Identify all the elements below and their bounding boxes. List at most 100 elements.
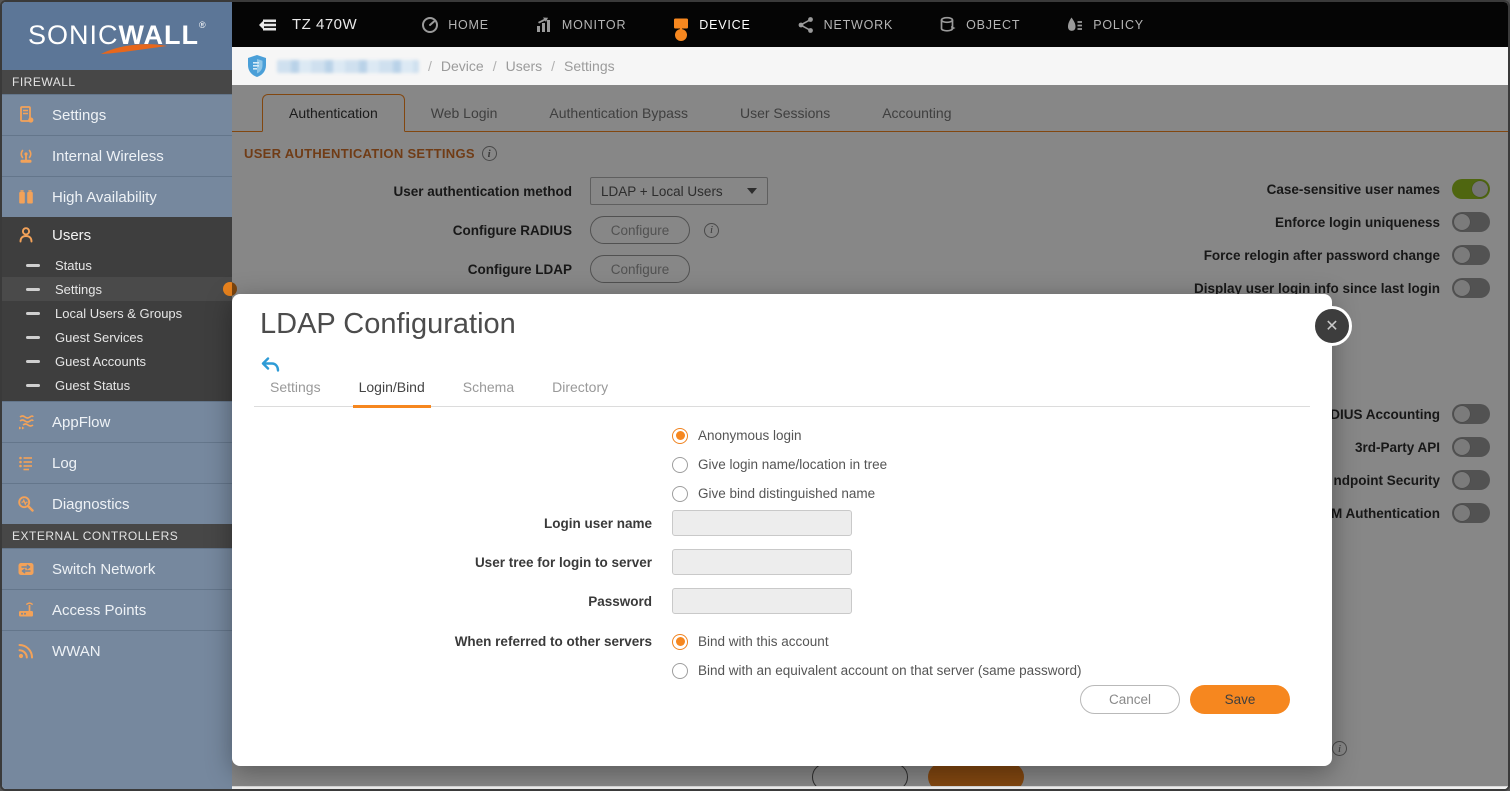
sidebar-item-label: Switch Network	[52, 561, 155, 578]
nav-policy[interactable]: POLICY	[1066, 16, 1144, 34]
field-row: Login user name	[232, 510, 1332, 536]
login-user-name-input[interactable]	[672, 510, 852, 536]
breadcrumb-device[interactable]: Device	[441, 58, 484, 74]
dash-icon	[26, 384, 40, 387]
cancel-button[interactable]: Cancel	[1080, 685, 1180, 714]
bind-equivalent-account-radio[interactable]	[672, 663, 688, 679]
sidebar-item-label: Diagnostics	[52, 496, 130, 513]
ldap-configuration-dialog: LDAP Configuration Settings Login/Bind S…	[232, 294, 1332, 766]
tab-schema[interactable]: Schema	[463, 379, 514, 406]
referral-option-row: Bind with an equivalent account on that …	[232, 656, 1332, 685]
anonymous-login-radio[interactable]	[672, 428, 688, 444]
dialog-tabs: Settings Login/Bind Schema Directory	[254, 379, 1310, 407]
sidebar-item-diagnostics[interactable]: Diagnostics	[2, 483, 232, 524]
sidebar-item-label: Users	[52, 227, 91, 244]
app-window: SONICWALL® FIREWALL Settings Internal Wi…	[0, 0, 1510, 791]
dash-icon	[26, 288, 40, 291]
dialog-footer: Cancel Save	[232, 685, 1332, 714]
collapse-sidebar-icon[interactable]	[254, 16, 278, 34]
breadcrumb: / Device / Users / Settings	[232, 47, 1510, 85]
high-availability-icon	[15, 187, 37, 207]
sidebar-item-label: Log	[52, 455, 77, 472]
sidebar: SONICWALL® FIREWALL Settings Internal Wi…	[2, 2, 232, 789]
log-icon	[15, 453, 37, 473]
bind-distinguished-name-radio[interactable]	[672, 486, 688, 502]
sidebar-subitem-status[interactable]: Status	[2, 253, 232, 277]
nav-network[interactable]: NETWORK	[797, 16, 894, 34]
tab-directory[interactable]: Directory	[552, 379, 608, 406]
dialog-body: Anonymous login Give login name/location…	[232, 421, 1332, 714]
redacted-device-name	[277, 60, 419, 73]
sidebar-item-wwan[interactable]: WWAN	[2, 630, 232, 671]
tab-ldap-settings[interactable]: Settings	[270, 379, 321, 406]
sidebar-subitem-guest-status[interactable]: Guest Status	[2, 373, 232, 397]
tab-login-bind[interactable]: Login/Bind	[359, 379, 425, 406]
logo-swoosh-icon	[99, 43, 171, 57]
nav-home[interactable]: HOME	[421, 16, 489, 34]
sidebar-item-users[interactable]: Users	[2, 217, 232, 253]
access-point-icon	[15, 600, 37, 620]
sidebar-item-label: AppFlow	[52, 414, 110, 431]
password-input[interactable]	[672, 588, 852, 614]
sidebar-subitem-local-users-groups[interactable]: Local Users & Groups	[2, 301, 232, 325]
bind-this-account-radio[interactable]	[672, 634, 688, 650]
sidebar-item-switch-network[interactable]: Switch Network	[2, 548, 232, 589]
sidebar-section-external-controllers: EXTERNAL CONTROLLERS	[2, 524, 232, 548]
horizontal-scrollbar[interactable]	[232, 786, 1510, 791]
sidebar-subitem-settings[interactable]: Settings	[2, 277, 232, 301]
top-nav: TZ 470W HOME MONITOR DEVICE NETWORK OBJE…	[232, 2, 1510, 47]
field-row: Password	[232, 588, 1332, 614]
nav-monitor[interactable]: MONITOR	[535, 16, 626, 34]
object-icon	[939, 16, 957, 34]
monitor-icon	[535, 16, 553, 34]
shield-icon	[246, 54, 268, 78]
home-icon	[421, 16, 439, 34]
dash-icon	[26, 264, 40, 267]
appflow-icon	[15, 412, 37, 432]
sidebar-item-high-availability[interactable]: High Availability	[2, 176, 232, 217]
sidebar-item-label: WWAN	[52, 643, 101, 660]
bind-option-row: Anonymous login	[232, 421, 1332, 450]
close-icon[interactable]	[1312, 306, 1352, 346]
sidebar-item-label: Access Points	[52, 602, 146, 619]
dash-icon	[26, 336, 40, 339]
login-name-location-radio[interactable]	[672, 457, 688, 473]
sidebar-item-appflow[interactable]: AppFlow	[2, 401, 232, 442]
sidebar-item-internal-wireless[interactable]: Internal Wireless	[2, 135, 232, 176]
referral-row: When referred to other servers Bind with…	[232, 627, 1332, 656]
breadcrumb-users[interactable]: Users	[506, 58, 543, 74]
field-row: User tree for login to server	[232, 549, 1332, 575]
device-model: TZ 470W	[292, 16, 357, 33]
users-icon	[15, 225, 37, 245]
sidebar-users-group: Users Status Settings Local Users & Grou…	[2, 217, 232, 401]
network-icon	[797, 16, 815, 34]
switch-icon	[15, 559, 37, 579]
settings-icon	[15, 105, 37, 125]
active-nav-dot	[675, 29, 687, 41]
sidebar-item-access-points[interactable]: Access Points	[2, 589, 232, 630]
diagnostics-icon	[15, 494, 37, 514]
nav-object[interactable]: OBJECT	[939, 16, 1020, 34]
sidebar-item-label: High Availability	[52, 189, 157, 206]
sonicwall-logo: SONICWALL®	[2, 2, 232, 70]
dash-icon	[26, 312, 40, 315]
policy-icon	[1066, 16, 1084, 34]
sidebar-section-firewall: FIREWALL	[2, 70, 232, 94]
sidebar-item-label: Internal Wireless	[52, 148, 164, 165]
back-arrow-icon[interactable]	[260, 357, 280, 375]
wireless-icon	[15, 146, 37, 166]
sidebar-item-log[interactable]: Log	[2, 442, 232, 483]
breadcrumb-settings[interactable]: Settings	[564, 58, 615, 74]
user-tree-input[interactable]	[672, 549, 852, 575]
dash-icon	[26, 360, 40, 363]
nav-device[interactable]: DEVICE	[672, 16, 750, 34]
sidebar-subitem-guest-services[interactable]: Guest Services	[2, 325, 232, 349]
sidebar-item-settings[interactable]: Settings	[2, 94, 232, 135]
wwan-icon	[15, 641, 37, 661]
save-button[interactable]: Save	[1190, 685, 1290, 714]
dialog-title: LDAP Configuration	[232, 294, 1332, 341]
bind-option-row: Give bind distinguished name	[232, 479, 1332, 508]
bind-option-row: Give login name/location in tree	[232, 450, 1332, 479]
sidebar-item-label: Settings	[52, 107, 106, 124]
sidebar-subitem-guest-accounts[interactable]: Guest Accounts	[2, 349, 232, 373]
